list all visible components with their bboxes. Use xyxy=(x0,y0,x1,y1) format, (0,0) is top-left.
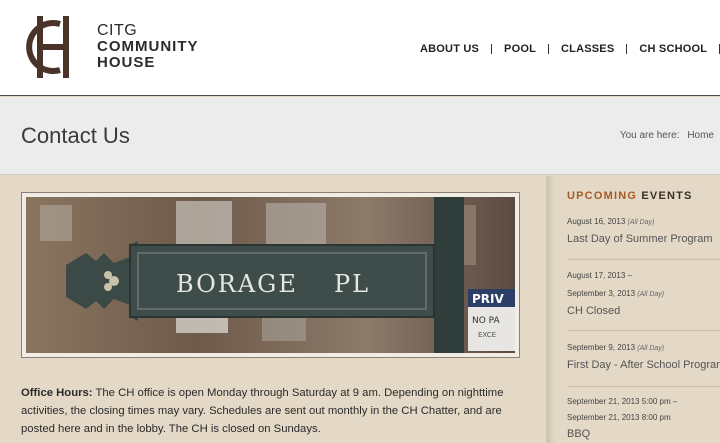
event-date: September 3, 2013 (All Day) xyxy=(567,288,720,301)
event-divider xyxy=(567,330,720,331)
event-divider xyxy=(567,386,720,387)
nav-divider xyxy=(626,44,628,54)
community-house-logo[interactable] xyxy=(20,14,80,80)
sign-text-street: BORAGE xyxy=(176,270,298,298)
breadcrumb-home-link[interactable]: Home xyxy=(687,130,714,141)
site-header: CITG COMMUNITY HOUSE ABOUT US POOL CLASS… xyxy=(0,0,720,96)
event-item: August 16, 2013 (All Day) Last Day of Su… xyxy=(567,216,720,245)
event-all-day-note: (All Day) xyxy=(627,219,655,226)
main-nav: ABOUT US POOL CLASSES CH SCHOOL CO xyxy=(420,42,720,56)
event-title-link[interactable]: CH Closed xyxy=(567,305,720,317)
brand-name[interactable]: CITG COMMUNITY HOUSE xyxy=(97,23,199,71)
breadcrumb-label: You are here: xyxy=(619,130,680,141)
event-item: August 17, 2013 – September 3, 2013 (All… xyxy=(567,270,720,317)
office-hours-label: Office Hours: xyxy=(21,387,93,399)
upcoming-events-heading: UPCOMING EVENTS xyxy=(567,190,693,202)
event-item: September 21, 2013 5:00 pm – September 2… xyxy=(567,396,720,440)
heading-rest: EVENTS xyxy=(637,190,693,202)
small-sign-line-3: EXCE xyxy=(478,331,496,339)
event-date-line: August 16, 2013 xyxy=(567,217,626,226)
nav-classes[interactable]: CLASSES xyxy=(561,43,614,55)
breadcrumb: You are here: Home xyxy=(615,130,714,141)
event-date: September 9, 2013 (All Day) xyxy=(567,342,720,355)
event-title-link[interactable]: BBQ xyxy=(567,428,720,440)
small-sign-line-1: PRIV xyxy=(472,292,505,306)
event-date-line: September 9, 2013 xyxy=(567,343,636,352)
brand-line-2: COMMUNITY xyxy=(97,38,199,55)
small-sign-line-2: NO PA xyxy=(472,316,501,326)
event-date: September 21, 2013 8:00 pm xyxy=(567,412,720,424)
event-date: September 21, 2013 5:00 pm – xyxy=(567,396,720,408)
event-all-day-note: (All Day) xyxy=(637,345,665,352)
event-date: August 17, 2013 – xyxy=(567,270,720,282)
hero-image-frame: BORAGE PL PRIV NO PA EXCE xyxy=(21,192,520,358)
street-sign-photo: BORAGE PL PRIV NO PA EXCE xyxy=(26,197,515,353)
brand-line-1: CITG xyxy=(97,22,138,39)
event-title-link[interactable]: First Day - After School Program xyxy=(567,359,720,371)
nav-about-us[interactable]: ABOUT US xyxy=(420,43,479,55)
event-divider xyxy=(567,259,720,260)
event-date-line: September 3, 2013 xyxy=(567,289,636,298)
heading-highlight: UPCOMING xyxy=(567,190,638,202)
office-hours-body: The CH office is open Monday through Sat… xyxy=(21,387,504,435)
event-date-line: September 21, 2013 5:00 pm – xyxy=(567,397,678,406)
brand-line-3: HOUSE xyxy=(97,54,156,71)
event-date-line: September 21, 2013 8:00 pm xyxy=(567,413,671,422)
nav-ch-school[interactable]: CH SCHOOL xyxy=(639,43,707,55)
office-hours-text: Office Hours: The CH office is open Mond… xyxy=(21,384,521,438)
nav-pool[interactable]: POOL xyxy=(504,43,536,55)
sign-text-suffix: PL xyxy=(334,270,370,298)
nav-divider xyxy=(491,44,493,54)
nav-divider xyxy=(548,44,550,54)
event-item: September 9, 2013 (All Day) First Day - … xyxy=(567,342,720,371)
event-title-link[interactable]: Last Day of Summer Program xyxy=(567,233,720,245)
event-all-day-note: (All Day) xyxy=(637,291,665,298)
event-date-line: August 17, 2013 – xyxy=(567,271,632,280)
event-date: August 16, 2013 (All Day) xyxy=(567,216,720,229)
page-title: Contact Us xyxy=(21,123,130,148)
